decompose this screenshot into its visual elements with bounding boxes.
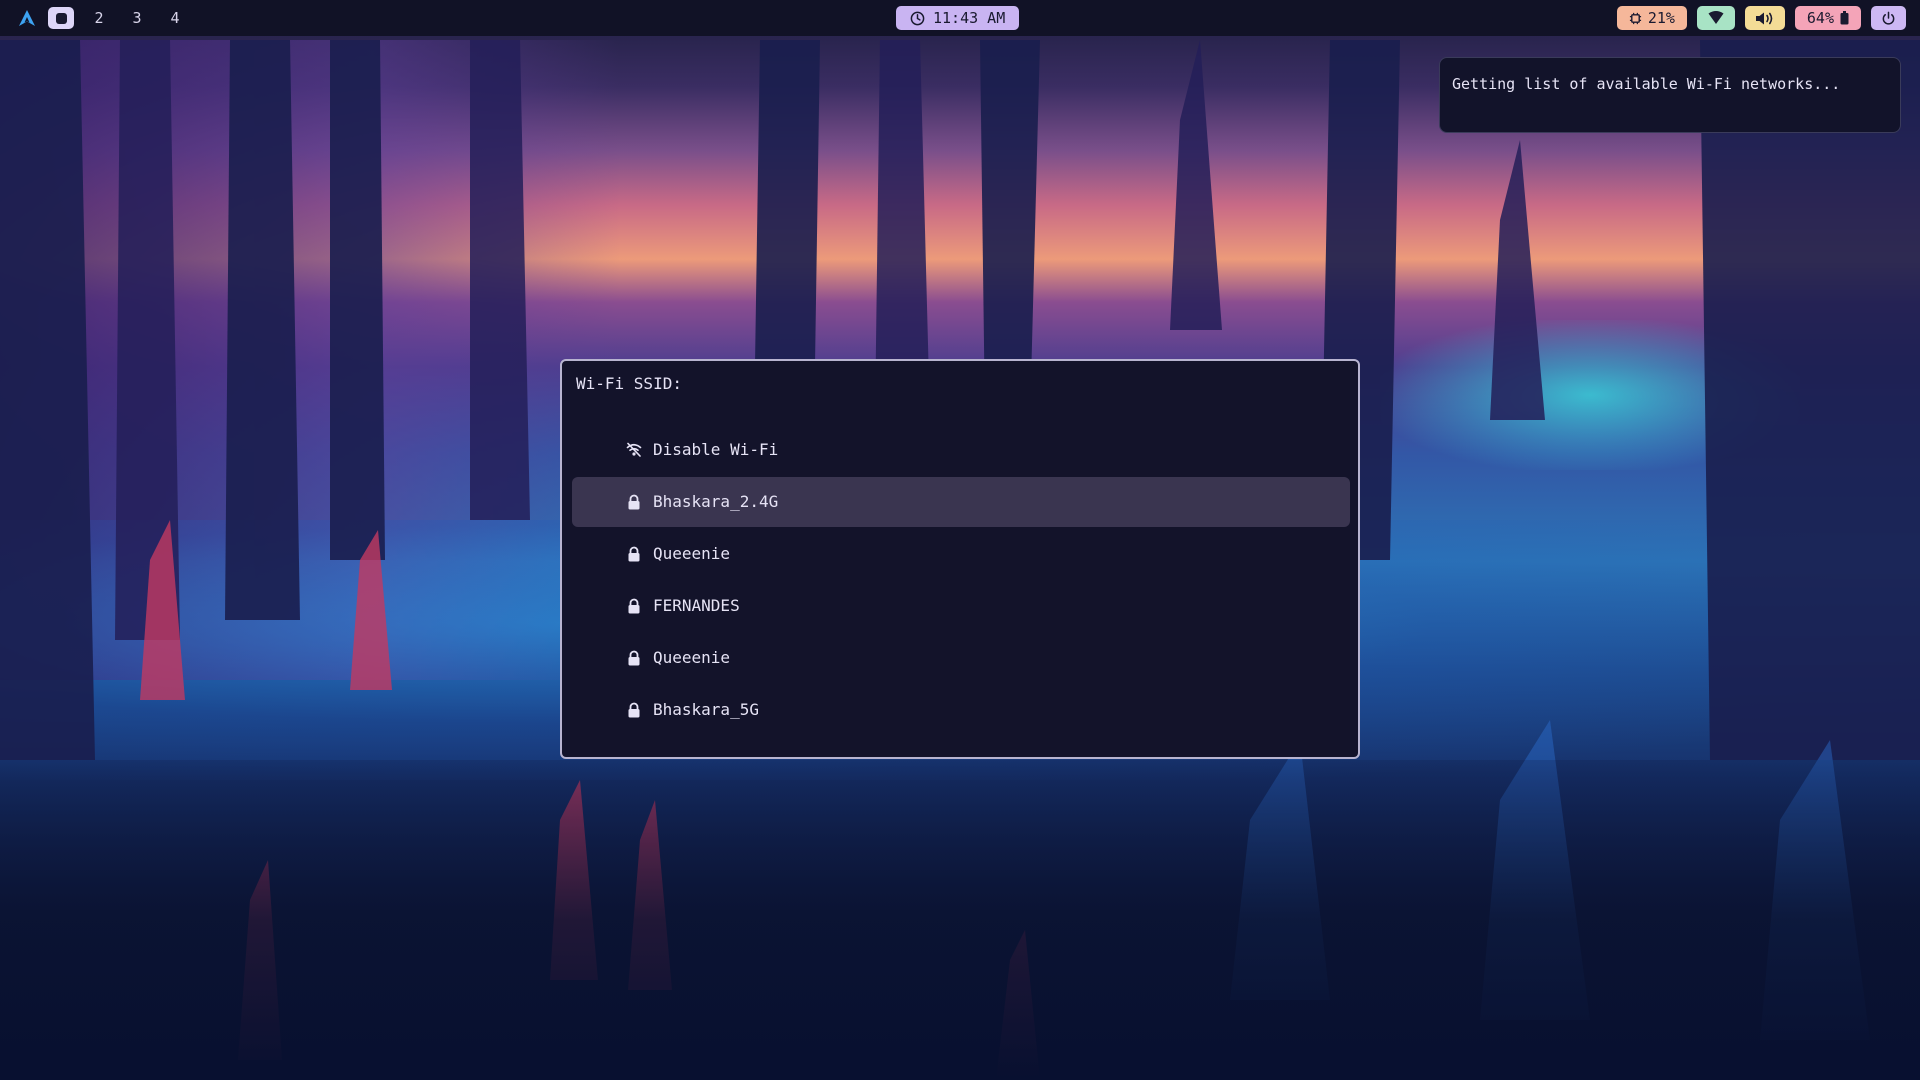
- network-ssid: Bhaskara_2.4G: [653, 492, 779, 511]
- workspace-active-indicator: [55, 12, 67, 24]
- status-modules: 21% 64%: [1616, 6, 1906, 30]
- workspace-4[interactable]: 4: [162, 9, 188, 27]
- lock-icon: [628, 702, 640, 718]
- network-ssid: Bhaskara_5G: [653, 700, 759, 719]
- wifi-module[interactable]: [1696, 6, 1735, 30]
- arch-logo-icon[interactable]: [18, 9, 36, 27]
- wifi-off-icon: [626, 442, 642, 457]
- cpu-module[interactable]: 21%: [1616, 6, 1687, 30]
- network-item-selected[interactable]: Bhaskara_2.4G: [572, 477, 1350, 527]
- network-ssid: Queeenie: [653, 544, 731, 563]
- network-ssid: FERNANDES: [653, 596, 740, 615]
- battery-module[interactable]: 64%: [1794, 6, 1861, 30]
- volume-module[interactable]: [1744, 6, 1785, 30]
- power-button[interactable]: [1871, 6, 1906, 30]
- workspace-3[interactable]: 3: [124, 9, 150, 27]
- network-item[interactable]: Queeenie: [572, 633, 1350, 683]
- lock-icon: [628, 598, 640, 614]
- wifi-icon: [1708, 11, 1724, 24]
- cpu-icon: [1629, 12, 1641, 24]
- top-bar: 2 3 4 11:43 AM 21% 64%: [0, 0, 1920, 36]
- power-icon: [1882, 11, 1895, 25]
- disable-wifi-label: Disable Wi-Fi: [653, 440, 779, 459]
- lock-icon: [628, 546, 640, 562]
- clock-icon: [910, 11, 925, 25]
- wifi-ssid-menu: Wi-Fi SSID: Disable Wi-Fi Bhaskara_2.4G: [560, 359, 1360, 759]
- desktop: 2 3 4 11:43 AM 21% 64% Getting list of a…: [0, 0, 1920, 1080]
- network-item[interactable]: Bhaskara_5G: [572, 685, 1350, 735]
- network-ssid: Queeenie: [653, 648, 731, 667]
- wallpaper-mist: [1380, 320, 1800, 470]
- battery-level: 64%: [1806, 9, 1834, 27]
- workspace-1-active[interactable]: [48, 7, 74, 29]
- battery-icon: [1840, 11, 1849, 25]
- lock-icon: [628, 494, 640, 510]
- disable-wifi-option[interactable]: Disable Wi-Fi: [572, 425, 1350, 475]
- volume-icon: [1755, 12, 1773, 24]
- clock-time: 11:43 AM: [933, 9, 1006, 27]
- lock-icon: [628, 650, 640, 666]
- network-list: Disable Wi-Fi Bhaskara_2.4G Queeenie FER…: [572, 425, 1350, 737]
- notification-text: Getting list of available Wi-Fi networks…: [1452, 75, 1841, 93]
- wallpaper-haze: [0, 40, 620, 680]
- workspace-2[interactable]: 2: [86, 9, 112, 27]
- network-item[interactable]: FERNANDES: [572, 581, 1350, 631]
- clock-widget[interactable]: 11:43 AM: [896, 6, 1020, 30]
- wifi-scan-notification[interactable]: Getting list of available Wi-Fi networks…: [1439, 57, 1901, 133]
- wallpaper-foreground: [0, 760, 1920, 1080]
- cpu-usage: 21%: [1647, 9, 1675, 27]
- menu-prompt: Wi-Fi SSID:: [576, 374, 682, 393]
- workspace-switcher: 2 3 4: [18, 0, 200, 36]
- network-item[interactable]: Queeenie: [572, 529, 1350, 579]
